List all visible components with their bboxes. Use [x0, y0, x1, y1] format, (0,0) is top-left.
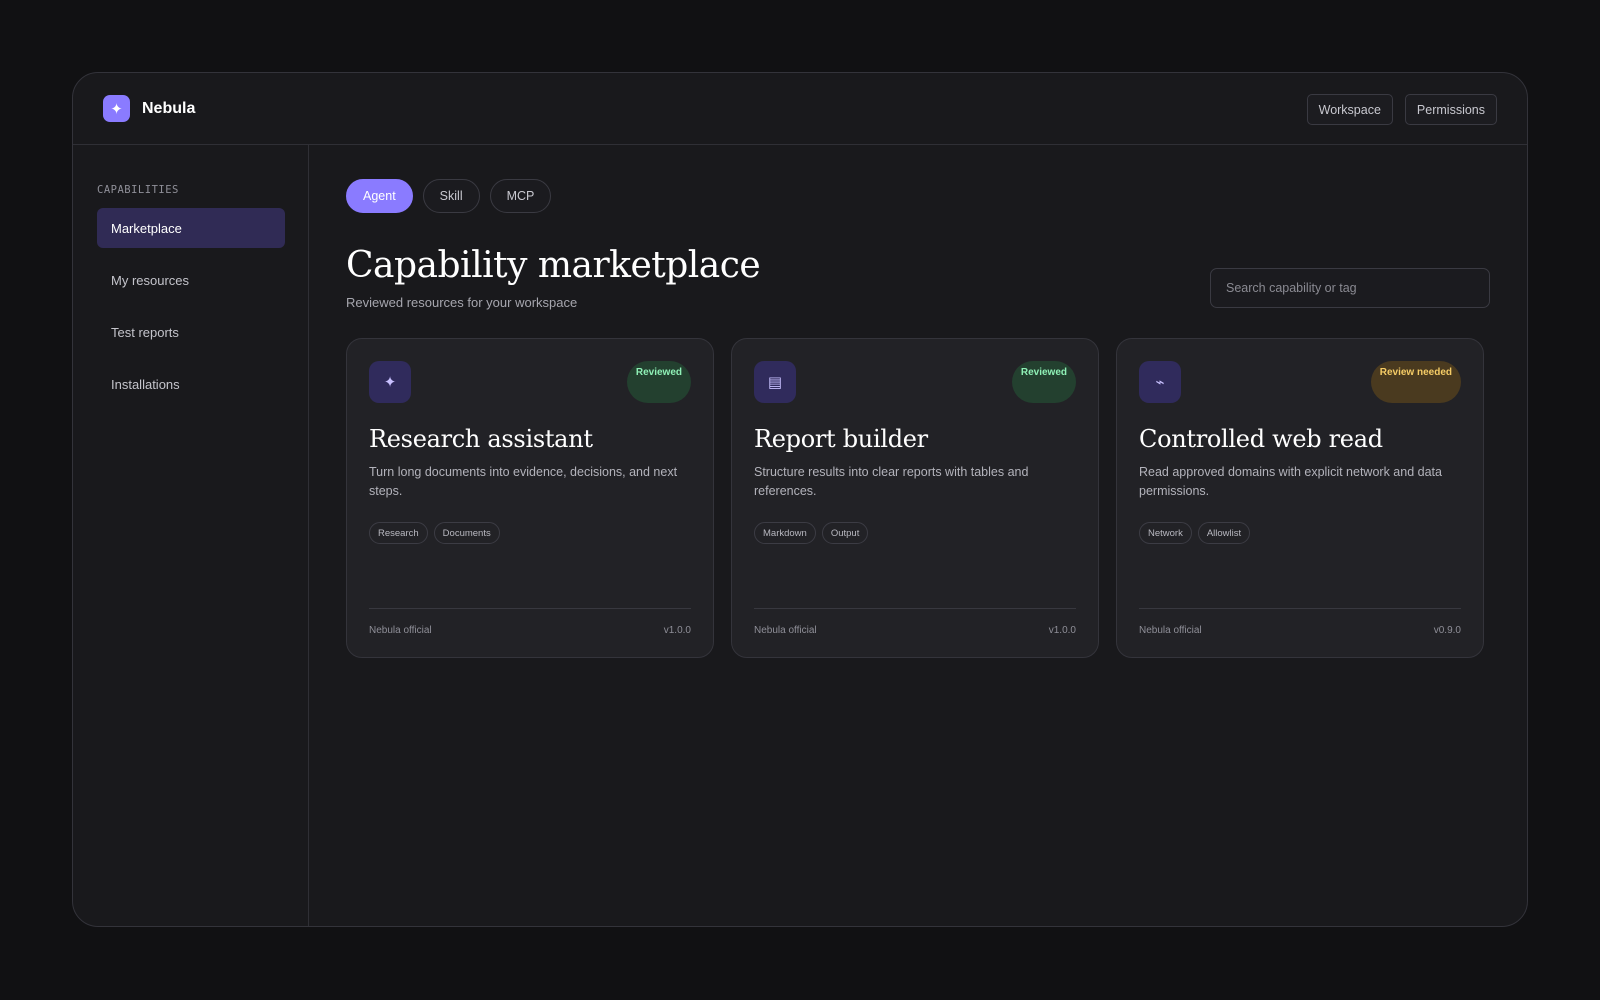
- header-actions: Workspace Permissions: [1306, 94, 1497, 125]
- type-tabs: Agent Skill MCP: [346, 179, 552, 213]
- card-publisher: Nebula official: [369, 625, 432, 636]
- card-title: Report builder: [754, 425, 928, 453]
- plug-icon: ⌁: [1139, 361, 1181, 403]
- card-description: Turn long documents into evidence, decis…: [369, 465, 678, 498]
- sparkle-icon: ✦: [369, 361, 411, 403]
- nebula-logo-icon: ✦: [103, 95, 130, 122]
- tag-research[interactable]: Research: [369, 522, 428, 544]
- sidebar-heading: CAPABILITIES: [97, 184, 179, 196]
- page-title: Capability marketplace: [346, 245, 761, 286]
- status-badge: Reviewed: [1011, 361, 1076, 403]
- top-bar: ✦ Nebula Workspace Permissions: [73, 73, 1527, 145]
- capability-card-controlled-web-read[interactable]: ⌁ Review needed Controlled web read Read…: [1116, 338, 1484, 658]
- card-divider: [369, 608, 691, 609]
- workspace-button[interactable]: Workspace: [1306, 94, 1393, 125]
- card-divider: [1139, 608, 1461, 609]
- brand[interactable]: ✦ Nebula: [103, 95, 195, 122]
- tag-output[interactable]: Output: [821, 522, 869, 544]
- card-tags: Network Allowlist: [1139, 522, 1251, 544]
- status-badge: Reviewed: [626, 361, 691, 403]
- sidebar-nav: Marketplace My resources Test reports In…: [97, 208, 285, 416]
- sidebar-item-marketplace[interactable]: Marketplace: [97, 208, 285, 248]
- card-publisher: Nebula official: [1139, 625, 1202, 636]
- app-name: Nebula: [142, 99, 196, 117]
- card-version: v1.0.0: [1048, 625, 1076, 636]
- card-tags: Markdown Output: [754, 522, 869, 544]
- capability-card-research-assistant[interactable]: ✦ Reviewed Research assistant Turn long …: [346, 338, 714, 658]
- permissions-button[interactable]: Permissions: [1404, 94, 1497, 125]
- card-version: v0.9.0: [1433, 625, 1461, 636]
- tab-mcp[interactable]: MCP: [489, 179, 552, 213]
- main-content: Agent Skill MCP Capability marketplace R…: [309, 145, 1527, 926]
- search-input[interactable]: [1210, 268, 1490, 308]
- tag-documents[interactable]: Documents: [433, 522, 500, 544]
- sidebar-item-my-resources[interactable]: My resources: [97, 260, 285, 300]
- status-badge: Review needed: [1370, 361, 1461, 403]
- sidebar-item-test-reports[interactable]: Test reports: [97, 312, 285, 352]
- card-description: Structure results into clear reports wit…: [754, 465, 1029, 498]
- card-divider: [754, 608, 1076, 609]
- tab-agent[interactable]: Agent: [346, 179, 413, 213]
- page-subtitle: Reviewed resources for your workspace: [346, 295, 578, 310]
- card-title: Research assistant: [369, 425, 593, 453]
- tab-skill[interactable]: Skill: [422, 179, 480, 213]
- card-description: Read approved domains with explicit netw…: [1139, 465, 1442, 498]
- card-tags: Research Documents: [369, 522, 500, 544]
- tag-network[interactable]: Network: [1139, 522, 1192, 544]
- card-version: v1.0.0: [663, 625, 691, 636]
- sidebar-item-installations[interactable]: Installations: [97, 364, 285, 404]
- tag-markdown[interactable]: Markdown: [754, 522, 816, 544]
- sidebar: CAPABILITIES Marketplace My resources Te…: [73, 145, 309, 926]
- capability-cards: ✦ Reviewed Research assistant Turn long …: [346, 338, 1484, 658]
- card-publisher: Nebula official: [754, 625, 817, 636]
- document-icon: ▤: [754, 361, 796, 403]
- app-window: ✦ Nebula Workspace Permissions CAPABILIT…: [72, 72, 1528, 927]
- tag-allowlist[interactable]: Allowlist: [1197, 522, 1251, 544]
- capability-card-report-builder[interactable]: ▤ Reviewed Report builder Structure resu…: [731, 338, 1099, 658]
- card-title: Controlled web read: [1139, 425, 1383, 453]
